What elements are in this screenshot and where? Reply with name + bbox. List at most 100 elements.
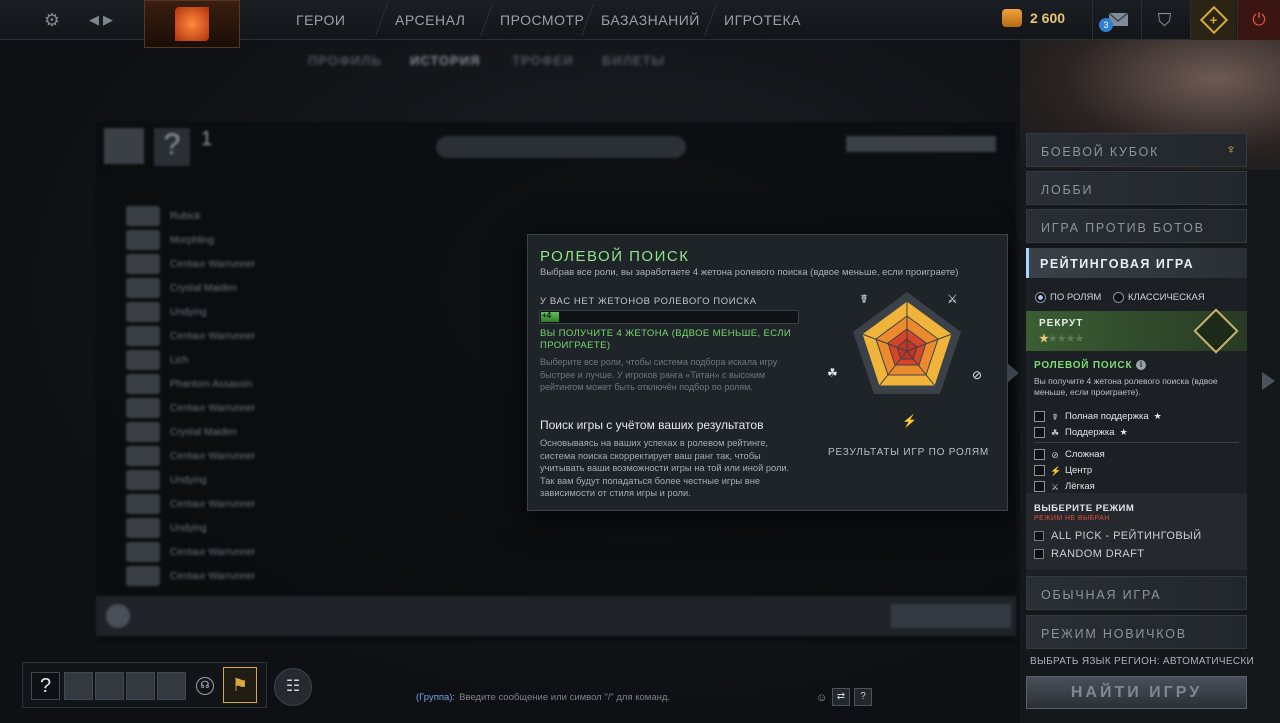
dota-logo-icon (175, 7, 209, 41)
party-slot-empty[interactable] (126, 672, 155, 700)
table-row[interactable]: Undying (126, 518, 1006, 540)
nav-label: ПРОСМОТР (500, 12, 585, 28)
party-slot-empty[interactable] (157, 672, 186, 700)
classic-radio[interactable]: КЛАССИЧЕСКАЯ (1113, 292, 1205, 303)
mode-warning: РЕЖИМ НЕ ВЫБРАН (1034, 515, 1110, 522)
hero-portrait (126, 494, 160, 514)
role-checkbox-mid[interactable]: ⚡ Центр (1034, 465, 1092, 476)
radio-label: КЛАССИЧЕСКАЯ (1128, 292, 1205, 303)
hero-name: Centaur Warrunner (170, 547, 256, 558)
battle-cup-button[interactable]: БОЕВОЙ КУБОК ♆ (1026, 133, 1247, 167)
expand-arrow-icon[interactable] (1262, 372, 1275, 390)
role-queue-description: Вы получите 4 жетона ролевого поиска (вд… (1034, 376, 1218, 397)
settings-gear-icon[interactable]: ⚙ (40, 8, 64, 32)
checkbox (1034, 531, 1044, 541)
subtab-trophies[interactable]: ТРОФЕИ (512, 53, 574, 68)
nav-arcade[interactable]: ИГРОТЕКА (704, 0, 801, 40)
hero-name: Rubick (170, 211, 201, 222)
party-slot-empty[interactable] (64, 672, 93, 700)
hero-name: Phantom Assassin (170, 379, 253, 390)
checkbox (1034, 549, 1044, 559)
forward-arrow-icon[interactable]: ▶ (96, 8, 120, 32)
select-region-link[interactable]: РЕГИОН: АВТОМАТИЧЕСКИ (1114, 656, 1254, 667)
history-count: 1 (201, 128, 213, 150)
hero-name: Morphling (170, 235, 214, 246)
nav-watch[interactable]: ПРОСМОТР (480, 0, 585, 40)
exit-button[interactable]: ⏻ (1237, 0, 1280, 40)
carry-sword-icon: ⚔ (1050, 481, 1060, 492)
checkbox (1034, 465, 1045, 476)
notification-count-badge: 3 (1099, 18, 1113, 32)
find-match-button[interactable]: НАЙТИ ИГРУ (1026, 676, 1247, 709)
chat-placeholder: Введите сообщение или символ "/" для ком… (459, 691, 671, 703)
table-row[interactable]: Centaur Warrunner (126, 542, 1006, 564)
unranked-button[interactable]: ОБЫЧНАЯ ИГРА (1026, 576, 1247, 610)
role-checkbox-hard-support[interactable]: ☤ Полная поддержка ★ (1034, 411, 1162, 422)
role-checkbox-offlane[interactable]: ⊘ Сложная (1034, 449, 1105, 460)
emoji-icon[interactable]: ☺ (816, 692, 827, 704)
hero-name: Centaur Warrunner (170, 571, 256, 582)
nav-divider (375, 4, 388, 36)
dashboard-button[interactable]: ⛉ (1141, 0, 1187, 40)
hero-name: Centaur Warrunner (170, 451, 256, 462)
mail-button[interactable]: 3 (1092, 0, 1138, 40)
hero-portrait (126, 374, 160, 394)
role-label: Лёгкая (1065, 481, 1095, 492)
battle-pass-icon[interactable]: ⚑ (223, 667, 257, 703)
help-icon[interactable]: ? (854, 688, 872, 706)
hard-support-icon: ☤ (860, 292, 868, 306)
nav-divider (704, 4, 717, 36)
table-row[interactable]: Rubick (126, 206, 1006, 228)
menu-label: ЛОББИ (1041, 183, 1094, 197)
hero-portrait (126, 278, 160, 298)
voice-chat-icon[interactable]: ☊ (196, 677, 214, 695)
mode-checkbox-all-pick[interactable]: ALL PICK - РЕЙТИНГОВЫЙ (1034, 530, 1202, 542)
history-progress (846, 136, 996, 152)
chat-wheel-icon[interactable]: ⇄ (832, 688, 850, 706)
subscribe-button[interactable] (891, 604, 1011, 628)
table-row[interactable]: Centaur Warrunner (126, 566, 1006, 588)
coin-balance[interactable]: 2 600 (1002, 9, 1065, 27)
role-queue-radio[interactable]: ПО РОЛЯМ (1035, 292, 1101, 303)
mode-title: ВЫБЕРИТЕ РЕЖИМ (1034, 503, 1135, 514)
lobby-button[interactable]: ЛОББИ (1026, 171, 1247, 205)
history-filter-tabs[interactable] (436, 136, 686, 158)
token-progress-label: +4 (542, 311, 552, 320)
coin-icon (1002, 9, 1022, 27)
subtab-profile[interactable]: ПРОФИЛЬ (308, 53, 382, 68)
role-queue-hint: Выберите все роли, чтобы система подбора… (540, 357, 778, 392)
support-icon: ☘ (827, 366, 838, 380)
hero-portrait (126, 230, 160, 250)
token-progress-bar: +4 (539, 310, 799, 324)
nav-learn[interactable]: БАЗАЗНАНИЙ (581, 0, 700, 40)
new-player-mode-button[interactable]: РЕЖИМ НОВИЧКОВ (1026, 615, 1247, 649)
mode-checkbox-random-draft[interactable]: RANDOM DRAFT (1034, 548, 1144, 560)
nav-heroes[interactable]: ГЕРОИ (296, 0, 345, 40)
subtab-history[interactable]: ИСТОРИЯ (410, 53, 481, 68)
friends-icon[interactable]: ☷ (274, 668, 312, 706)
nav-armory[interactable]: АРСЕНАЛ (375, 0, 465, 40)
play-panel: БОЕВОЙ КУБОК ♆ ЛОББИ ИГРА ПРОТИВ БОТОВ РЕ… (1020, 40, 1280, 723)
chat-input[interactable]: (Группа): Введите сообщение или символ "… (410, 685, 874, 709)
select-language-link[interactable]: ВЫБРАТЬ ЯЗЫК (1030, 656, 1111, 667)
hero-portrait (126, 254, 160, 274)
menu-label: РЕЖИМ НОВИЧКОВ (1041, 627, 1187, 641)
hero-name: Centaur Warrunner (170, 331, 256, 342)
coin-amount: 2 600 (1030, 10, 1066, 26)
role-checkbox-support[interactable]: ☘ Поддержка ★ (1034, 427, 1128, 438)
party-slot-empty[interactable] (95, 672, 124, 700)
player-slot-self[interactable]: ? (31, 672, 60, 700)
checkbox (1034, 449, 1045, 460)
subtab-tickets[interactable]: БИЛЕТЫ (602, 53, 665, 68)
info-icon[interactable]: i (1136, 360, 1146, 370)
ranked-title[interactable]: РЕЙТИНГОВАЯ ИГРА (1026, 248, 1247, 278)
hero-name: Undying (170, 523, 207, 534)
menu-label: ИГРА ПРОТИВ БОТОВ (1041, 221, 1205, 235)
menu-label: БОЕВОЙ КУБОК (1041, 145, 1160, 159)
section-body: Основываясь на ваших успехах в ролевом р… (540, 438, 790, 498)
carry-sword-icon: ⚔ (947, 292, 958, 306)
bots-button[interactable]: ИГРА ПРОТИВ БОТОВ (1026, 209, 1247, 243)
radio-dot (1035, 292, 1046, 303)
role-checkbox-carry[interactable]: ⚔ Лёгкая (1034, 481, 1095, 492)
dota-plus-button[interactable]: + (1190, 0, 1236, 40)
